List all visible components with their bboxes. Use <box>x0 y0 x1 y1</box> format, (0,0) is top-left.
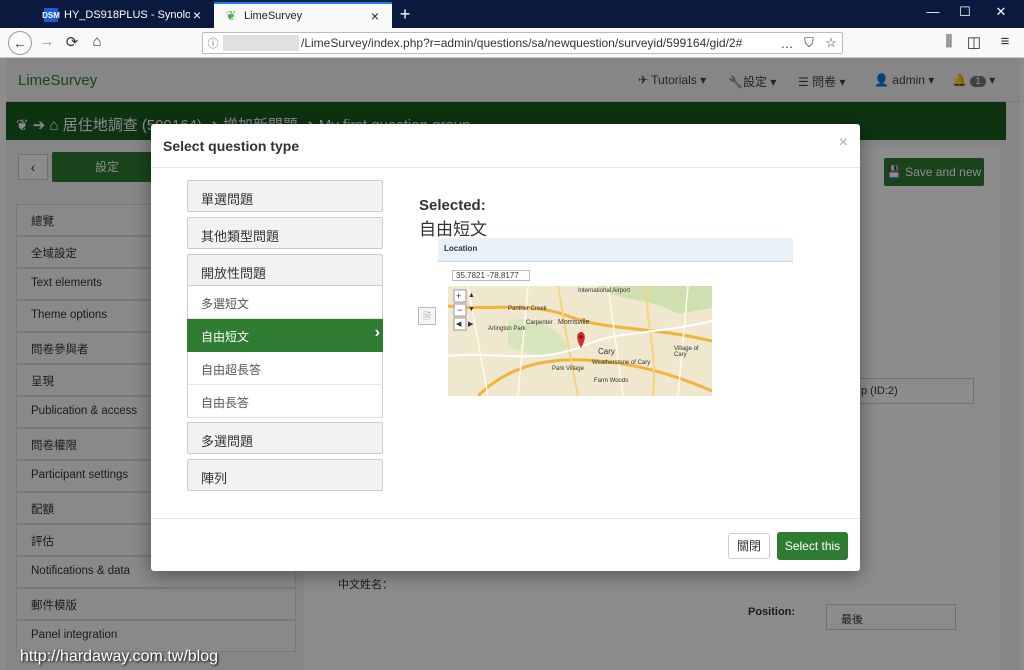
close-tab-icon[interactable]: × <box>190 7 204 23</box>
info-icon[interactable]: ⓘ <box>203 35 223 51</box>
map-label: Cary <box>598 347 615 356</box>
modal-footer: 關閉 Select this <box>151 518 860 571</box>
preview-header: Location <box>438 238 793 262</box>
map-label: Village of Cary <box>674 346 699 358</box>
map-pan-left[interactable]: ◀ <box>456 319 461 330</box>
menu-icon[interactable]: ≡ <box>994 33 1016 53</box>
question-type-huge-free-text[interactable]: 自由超長答 <box>187 352 383 385</box>
redacted-host <box>223 35 299 51</box>
selected-heading: Selected: <box>419 197 486 214</box>
browser-navbar: ← → ⟳ ⌂ ⓘ /LimeSurvey/index.php?r=admin/… <box>0 28 1024 58</box>
question-preview: Location 35.7821 -78.8177 🗎 + − ◀ ▶ ▲ ▼ … <box>418 236 798 401</box>
select-question-type-modal: Select question type × 單選問題 其他類型問題 開放性問題… <box>151 124 860 571</box>
tab-title: LimeSurvey <box>244 10 303 22</box>
leaf-icon: ❦ <box>225 8 237 23</box>
map-label: Morrisville <box>558 319 590 326</box>
pocket-icon[interactable]: ⛉ <box>798 35 820 51</box>
reload-button[interactable]: ⟳ <box>61 33 83 53</box>
map-label: Arlington Park <box>488 326 526 332</box>
modal-title: Select question type <box>163 138 300 154</box>
close-tab-icon[interactable]: × <box>368 8 382 24</box>
map-label: Carpenter <box>526 320 553 326</box>
tab-title: HY_DS918PLUS - Synology D <box>64 9 190 21</box>
close-button[interactable]: 關閉 <box>728 533 770 559</box>
map-label: Farm Woods <box>594 378 629 384</box>
map-zoom-out[interactable]: − <box>457 304 462 316</box>
question-type-multiple-short-text[interactable]: 多選短文 <box>187 286 383 319</box>
group-arrays[interactable]: 陣列 <box>187 459 383 491</box>
close-window-button[interactable]: ✕ <box>986 4 1016 20</box>
map-label: International Airport <box>578 288 631 294</box>
url-bar[interactable]: ⓘ /LimeSurvey/index.php?r=admin/question… <box>202 32 843 54</box>
group-other-types[interactable]: 其他類型問題 <box>187 217 383 249</box>
group-multiple-choice[interactable]: 多選問題 <box>187 422 383 454</box>
map-zoom-in[interactable]: + <box>456 290 461 302</box>
browser-tabbar: DSM HY_DS918PLUS - Synology D × ❦ LimeSu… <box>0 0 1024 28</box>
preview-map: + − ◀ ▶ ▲ ▼ Morrisville Cary Carpenter P… <box>448 286 712 396</box>
modal-header: Select question type × <box>151 124 860 168</box>
home-button[interactable]: ⌂ <box>86 33 108 53</box>
group-single-choice[interactable]: 單選問題 <box>187 180 383 212</box>
minimize-button[interactable]: — <box>918 4 948 19</box>
new-tab-button[interactable]: + <box>396 4 414 25</box>
tab-limesurvey[interactable]: ❦ LimeSurvey × <box>214 2 392 28</box>
map-label: Park Village <box>552 366 584 372</box>
maximize-button[interactable]: ☐ <box>950 4 980 20</box>
back-button[interactable]: ← <box>8 31 32 55</box>
map-graphic <box>448 286 712 396</box>
map-marker-icon: 🗎 <box>418 307 436 325</box>
map-pan-up[interactable]: ▲ <box>468 290 475 301</box>
chevron-right-icon: › <box>374 324 380 341</box>
close-icon[interactable]: × <box>839 134 848 152</box>
select-this-button[interactable]: Select this <box>777 532 848 560</box>
map-pan-right[interactable]: ▶ <box>468 319 473 330</box>
page-actions-icon[interactable]: … <box>776 36 798 51</box>
url-text[interactable]: /LimeSurvey/index.php?r=admin/questions/… <box>301 36 776 50</box>
tab-synology[interactable]: DSM HY_DS918PLUS - Synology D × <box>34 2 214 28</box>
map-label: Weatherstone of Cary <box>592 360 651 366</box>
group-open-ended[interactable]: 開放性問題 <box>187 254 383 286</box>
forward-button[interactable]: → <box>36 33 58 53</box>
question-type-short-free-text[interactable]: 自由短文 › <box>187 319 383 352</box>
dsm-icon: DSM <box>42 8 60 22</box>
preview-coordinates: 35.7821 -78.8177 <box>452 270 530 281</box>
question-type-long-free-text[interactable]: 自由長答 <box>187 385 383 418</box>
watermark: http://hardaway.com.tw/blog <box>20 648 219 665</box>
map-pan-down[interactable]: ▼ <box>468 304 475 315</box>
library-icon[interactable]: ⫼ <box>938 33 960 53</box>
map-label: Panther Creek <box>508 306 547 312</box>
sidebar-icon[interactable]: ◫ <box>963 33 985 53</box>
bookmark-star-icon[interactable]: ☆ <box>820 35 842 51</box>
